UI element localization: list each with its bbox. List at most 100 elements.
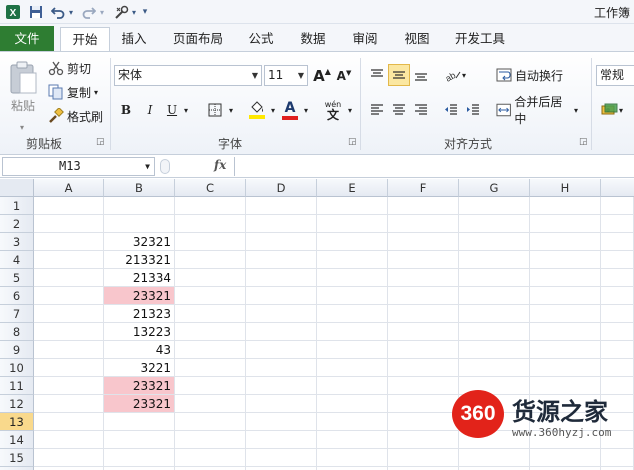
cell-f10[interactable] [388,359,459,377]
cell-g15[interactable] [459,449,530,467]
cell-d12[interactable] [246,395,317,413]
select-all-corner[interactable] [0,179,34,197]
cell-d7[interactable] [246,305,317,323]
cell-h7[interactable] [530,305,601,323]
formula-bar-resizer[interactable] [160,159,170,174]
redo-icon[interactable] [80,3,98,21]
cell-c15[interactable] [175,449,246,467]
cell-a11[interactable] [34,377,104,395]
tab-review[interactable]: 审阅 [344,27,386,51]
decrease-indent-button[interactable] [440,99,462,121]
cell-b15[interactable] [104,449,175,467]
cell-g1[interactable] [459,197,530,215]
phonetic-button[interactable]: wén 文 [320,98,346,122]
tab-data[interactable]: 数据 [292,27,334,51]
copy-button[interactable]: 复制 ▾ [48,82,106,102]
cell-e13[interactable] [317,413,388,431]
cell-e5[interactable] [317,269,388,287]
cell-f9[interactable] [388,341,459,359]
cell-a4[interactable] [34,251,104,269]
cell-f6[interactable] [388,287,459,305]
cell-e15[interactable] [317,449,388,467]
paste-button[interactable]: 粘贴 [4,56,42,118]
tools-icon[interactable] [112,3,130,21]
cell-c6[interactable] [175,287,246,305]
font-launcher-icon[interactable]: ◲ [348,137,357,147]
formula-input[interactable] [234,157,634,176]
cell-c3[interactable] [175,233,246,251]
cell-f4[interactable] [388,251,459,269]
cell-f7[interactable] [388,305,459,323]
row-header-11[interactable]: 11 [0,377,34,395]
row-header-2[interactable]: 2 [0,215,34,233]
cell-c8[interactable] [175,323,246,341]
cell-i4[interactable] [601,251,634,269]
row-header-8[interactable]: 8 [0,323,34,341]
cell-e10[interactable] [317,359,388,377]
cell-d11[interactable] [246,377,317,395]
cell-a12[interactable] [34,395,104,413]
font-color-button[interactable]: A [280,99,300,121]
cell-d4[interactable] [246,251,317,269]
cell-h3[interactable] [530,233,601,251]
cell-h2[interactable] [530,215,601,233]
cell-g7[interactable] [459,305,530,323]
cell-e7[interactable] [317,305,388,323]
function-icon[interactable]: fx [214,158,226,172]
tab-developer[interactable]: 开发工具 [448,27,512,51]
cell-c12[interactable] [175,395,246,413]
cell-i15[interactable] [601,449,634,467]
column-header-d[interactable]: D [246,179,317,197]
phonetic-dropdown[interactable]: ▾ [345,100,355,120]
cell-b6[interactable]: 23321 [104,287,175,305]
column-header-a[interactable]: A [34,179,104,197]
cell-h8[interactable] [530,323,601,341]
cell-g2[interactable] [459,215,530,233]
cell-f12[interactable] [388,395,459,413]
cell-i6[interactable] [601,287,634,305]
cell-h15[interactable] [530,449,601,467]
underline-dropdown[interactable]: ▾ [181,100,191,120]
alignment-launcher-icon[interactable]: ◲ [579,137,588,147]
align-middle-button[interactable] [388,64,410,86]
cell-g5[interactable] [459,269,530,287]
cell-i1[interactable] [601,197,634,215]
number-format-combo[interactable]: 常规 [596,65,634,86]
cell-h1[interactable] [530,197,601,215]
cell-b4[interactable]: 213321 [104,251,175,269]
tab-page-layout[interactable]: 页面布局 [166,27,230,51]
cell-d2[interactable] [246,215,317,233]
cell-d6[interactable] [246,287,317,305]
undo-icon[interactable] [49,3,67,21]
cell-d5[interactable] [246,269,317,287]
cell-f1[interactable] [388,197,459,215]
orientation-button[interactable]: ab ▾ [442,64,468,86]
cell-c14[interactable] [175,431,246,449]
cell-a5[interactable] [34,269,104,287]
row-header-13[interactable]: 13 [0,413,34,431]
tab-view[interactable]: 视图 [396,27,438,51]
borders-button[interactable] [204,100,226,120]
tab-formulas[interactable]: 公式 [240,27,282,51]
cell-e12[interactable] [317,395,388,413]
tab-insert[interactable]: 插入 [113,27,155,51]
cell-b11[interactable]: 23321 [104,377,175,395]
cell-a10[interactable] [34,359,104,377]
row-header-3[interactable]: 3 [0,233,34,251]
paste-dropdown[interactable]: ▾ [16,122,28,132]
cut-button[interactable]: 剪切 [48,58,98,78]
cell-i10[interactable] [601,359,634,377]
cell-d1[interactable] [246,197,317,215]
column-header-b[interactable]: B [104,179,175,197]
format-painter-button[interactable]: 格式刷 [48,106,108,126]
cell-c7[interactable] [175,305,246,323]
column-header-partial[interactable] [601,179,634,197]
cell-c9[interactable] [175,341,246,359]
cell-a14[interactable] [34,431,104,449]
cell-f5[interactable] [388,269,459,287]
cell-a3[interactable] [34,233,104,251]
cell-e3[interactable] [317,233,388,251]
italic-button[interactable]: I [140,100,160,120]
underline-button[interactable]: U [162,100,182,120]
cell-b2[interactable] [104,215,175,233]
